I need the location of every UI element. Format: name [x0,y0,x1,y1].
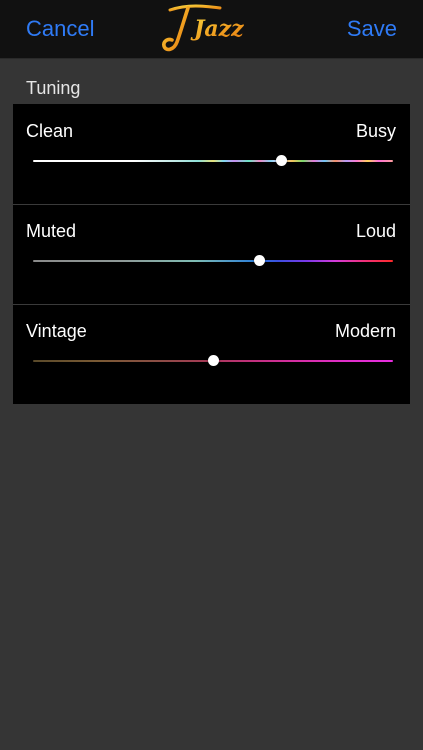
jazz-logo-graphic: Jazz [162,4,244,52]
slider-row-muted-loud: Muted Loud [13,204,410,304]
slider-thumb[interactable] [207,355,219,366]
slider-right-label: Busy [355,121,396,141]
slider-left-label: Clean [26,121,74,141]
slider-right-label: Loud [355,221,396,241]
slider-row-clean-busy: Clean Busy [13,104,410,204]
section-title-tuning: Tuning [26,78,81,98]
clean-busy-slider[interactable] [33,154,393,168]
slider-track [33,160,393,162]
muted-loud-slider[interactable] [33,254,393,268]
slider-thumb[interactable] [275,155,287,166]
slider-right-label: Modern [334,321,396,341]
navigation-bar: Cancel Jazz Save [0,0,423,59]
slider-row-vintage-modern: Vintage Modern [13,304,410,404]
vintage-modern-slider[interactable] [33,354,393,368]
logo-text: Jazz [190,16,244,42]
tuning-panel: Clean Busy Muted Loud Vintage Modern [13,104,410,404]
slider-left-label: Muted [26,221,77,241]
slider-track [33,260,393,262]
jazz-logo: Jazz [160,2,270,56]
save-button[interactable]: Save [347,14,397,44]
cancel-button[interactable]: Cancel [26,14,94,44]
slider-thumb[interactable] [254,255,266,266]
slider-left-label: Vintage [26,321,87,341]
